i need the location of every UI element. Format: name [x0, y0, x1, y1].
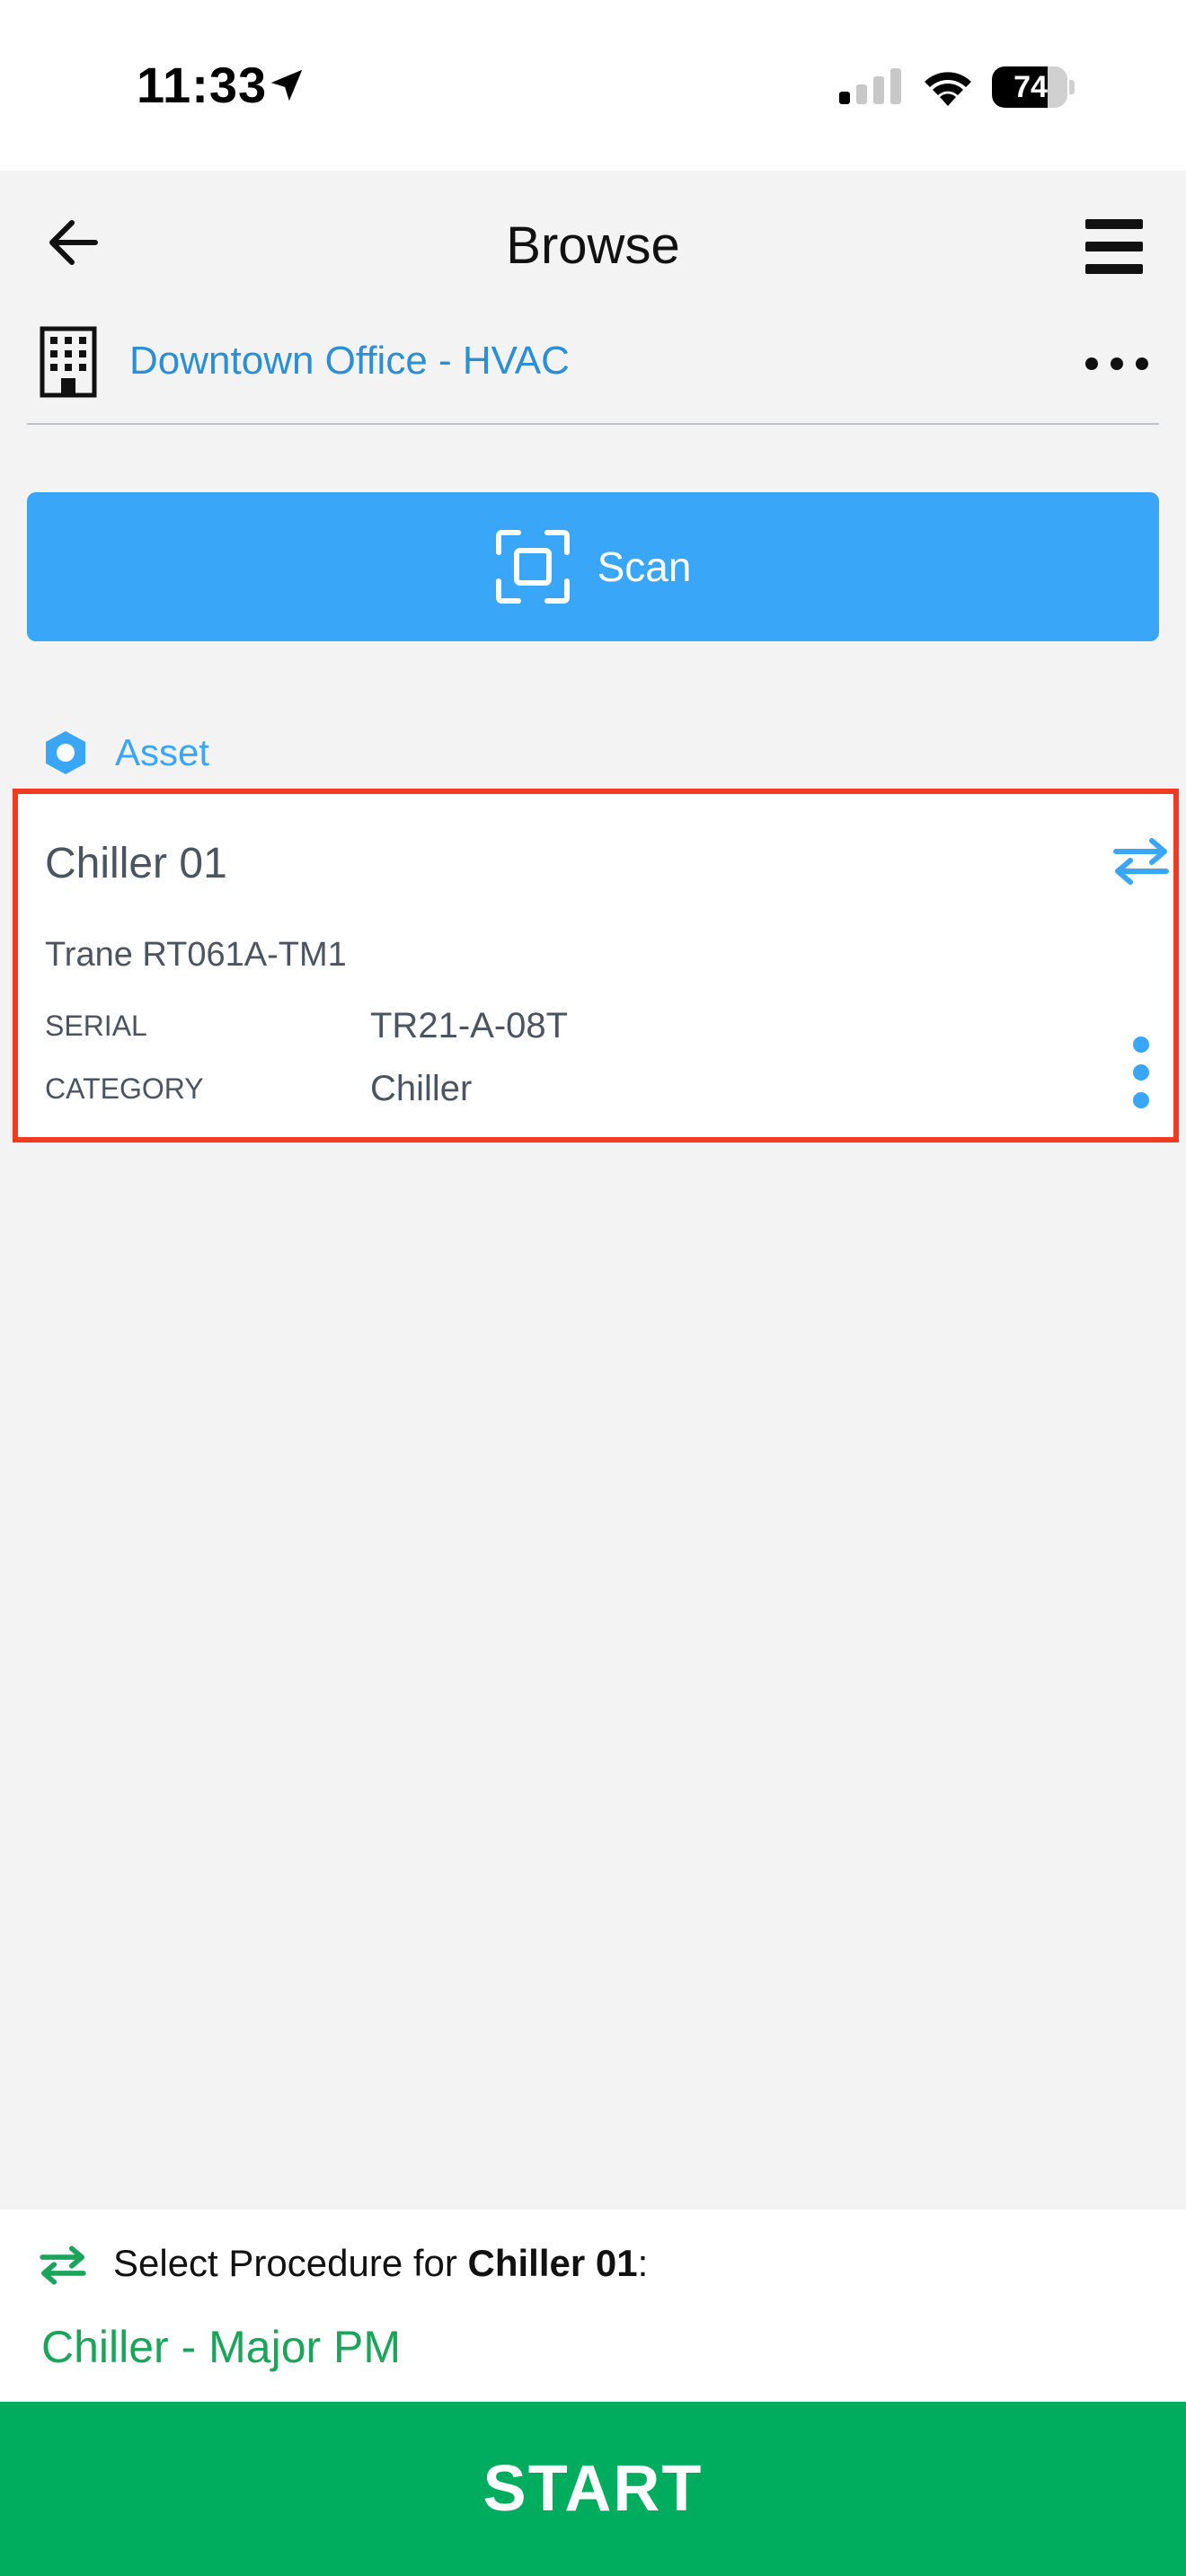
- hexagon-icon: [46, 731, 85, 774]
- location-more-button[interactable]: [1085, 344, 1148, 384]
- asset-name: Chiller 01: [45, 840, 227, 887]
- swap-asset-button[interactable]: [1112, 837, 1170, 886]
- asset-more-button[interactable]: [1125, 1037, 1157, 1108]
- more-vertical-icon: [1133, 1037, 1149, 1053]
- start-button[interactable]: START: [0, 2402, 1186, 2576]
- category-value: Chiller: [370, 1069, 473, 1108]
- status-bar: 11:33 74: [0, 0, 1186, 171]
- section-label: Asset: [115, 731, 210, 773]
- building-icon: [40, 326, 97, 398]
- battery-percent: 74: [1013, 69, 1048, 104]
- serial-label: SERIAL: [45, 1010, 147, 1042]
- asset-card[interactable]: Chiller 01 Trane RT061A-TM1 SERIAL TR21-…: [13, 789, 1179, 1142]
- location-link[interactable]: Downtown Office - HVAC: [129, 339, 570, 384]
- procedure-panel: Select Procedure for Chiller 01: Chiller…: [0, 2210, 1186, 2402]
- status-time: 11:33: [137, 57, 268, 113]
- start-label: START: [482, 2453, 704, 2525]
- more-horizontal-icon: [1085, 357, 1098, 370]
- location-selector: Downtown Office - HVAC: [27, 319, 1159, 425]
- battery-indicator: 74: [992, 66, 1075, 108]
- swap-arrows-icon: [1113, 838, 1169, 885]
- hamburger-icon: [1085, 219, 1143, 274]
- procedure-asset-name: Chiller 01: [467, 2242, 638, 2284]
- serial-value: TR21-A-08T: [370, 1006, 569, 1045]
- category-label: CATEGORY: [45, 1072, 204, 1105]
- menu-button[interactable]: [1082, 216, 1146, 278]
- scan-button[interactable]: Scan: [27, 492, 1159, 641]
- page-title: Browse: [506, 216, 680, 275]
- wifi-icon: [925, 72, 971, 106]
- scan-frame-icon: [495, 530, 570, 604]
- location-arrow-icon: [270, 69, 303, 101]
- section-header-asset: Asset: [43, 726, 209, 780]
- scan-label: Scan: [597, 543, 692, 590]
- procedure-select[interactable]: Chiller - Major PM: [41, 2321, 401, 2373]
- procedure-prompt: Select Procedure for Chiller 01:: [113, 2242, 649, 2284]
- asset-model: Trane RT061A-TM1: [45, 936, 347, 974]
- cellular-signal-icon: [839, 68, 901, 104]
- swap-arrows-icon: [40, 2245, 86, 2285]
